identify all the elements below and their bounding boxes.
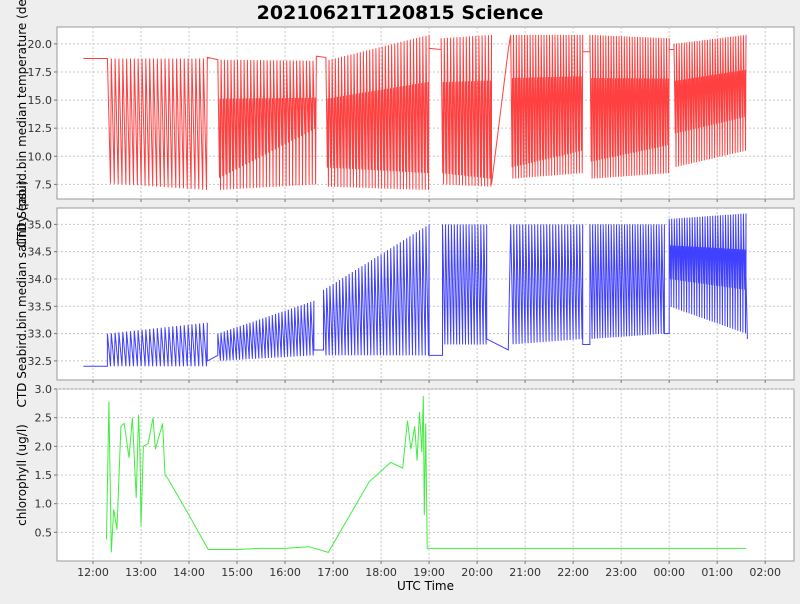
y-tick-label: 7.5 bbox=[35, 178, 53, 191]
y-axis-label: chlorophyll (ug/l) bbox=[15, 424, 29, 526]
x-tick-label: 17:00 bbox=[317, 566, 349, 579]
x-tick-label: 02:00 bbox=[749, 566, 781, 579]
y-tick-label: 35.0 bbox=[28, 218, 53, 231]
panel-2: 32.5 33.0 33.5 34.0 34.5 35.0CTD Seabird.bin … bbox=[15, 180, 795, 408]
x-tick-label: 14:00 bbox=[173, 566, 205, 579]
y-tick-label: 1.0 bbox=[35, 498, 53, 511]
x-tick-label: 15:00 bbox=[221, 566, 253, 579]
x-tick-label: 23:00 bbox=[605, 566, 637, 579]
y-tick-label: 0.5 bbox=[35, 526, 53, 539]
y-tick-label: 34.5 bbox=[28, 246, 53, 259]
y-tick-label: 32.5 bbox=[28, 355, 53, 368]
chart-svg: 20210621T120815 Science 7.5 10.0 12.5 15.0 1… bbox=[15, 0, 795, 593]
panel-3: 0.5 1.0 1.5 2.0 2.5 3.0 chlorophyll (ug/l) bbox=[15, 383, 795, 564]
y-tick-label: 3.0 bbox=[35, 383, 53, 396]
x-tick-label: 12:00 bbox=[77, 566, 109, 579]
chart-title: 20210621T120815 Science bbox=[257, 2, 544, 24]
x-tick-label: 01:00 bbox=[701, 566, 733, 579]
y-tick-label: 1.5 bbox=[35, 469, 53, 482]
y-tick-label: 15.0 bbox=[28, 94, 53, 107]
y-tick-label: 17.5 bbox=[28, 66, 53, 79]
y-tick-label: 20.0 bbox=[28, 38, 53, 51]
x-axis-label: UTC Time bbox=[397, 579, 454, 593]
y-tick-label: 2.0 bbox=[35, 440, 53, 453]
y-tick-label: 33.5 bbox=[28, 300, 53, 313]
y-tick-label: 12.5 bbox=[28, 122, 53, 135]
y-tick-label: 2.5 bbox=[35, 412, 53, 425]
chart: 20210621T120815 Science 7.5 10.0 12.5 15.0 1… bbox=[0, 0, 800, 600]
y-axis-label: CTD Seabird.bin median salinity (psu) bbox=[15, 180, 29, 407]
x-tick-label: 00:00 bbox=[653, 566, 685, 579]
y-tick-label: 33.0 bbox=[28, 328, 53, 341]
x-tick-label: 21:00 bbox=[509, 566, 541, 579]
y-tick-label: 10.0 bbox=[28, 150, 53, 163]
y-tick-label: 34.0 bbox=[28, 273, 53, 286]
x-tick-label: 16:00 bbox=[269, 566, 301, 579]
x-tick-label: 13:00 bbox=[125, 566, 157, 579]
x-tick-label: 20:00 bbox=[461, 566, 493, 579]
x-tick-label: 22:00 bbox=[557, 566, 589, 579]
x-tick-label: 19:00 bbox=[413, 566, 445, 579]
x-tick-label: 18:00 bbox=[365, 566, 397, 579]
